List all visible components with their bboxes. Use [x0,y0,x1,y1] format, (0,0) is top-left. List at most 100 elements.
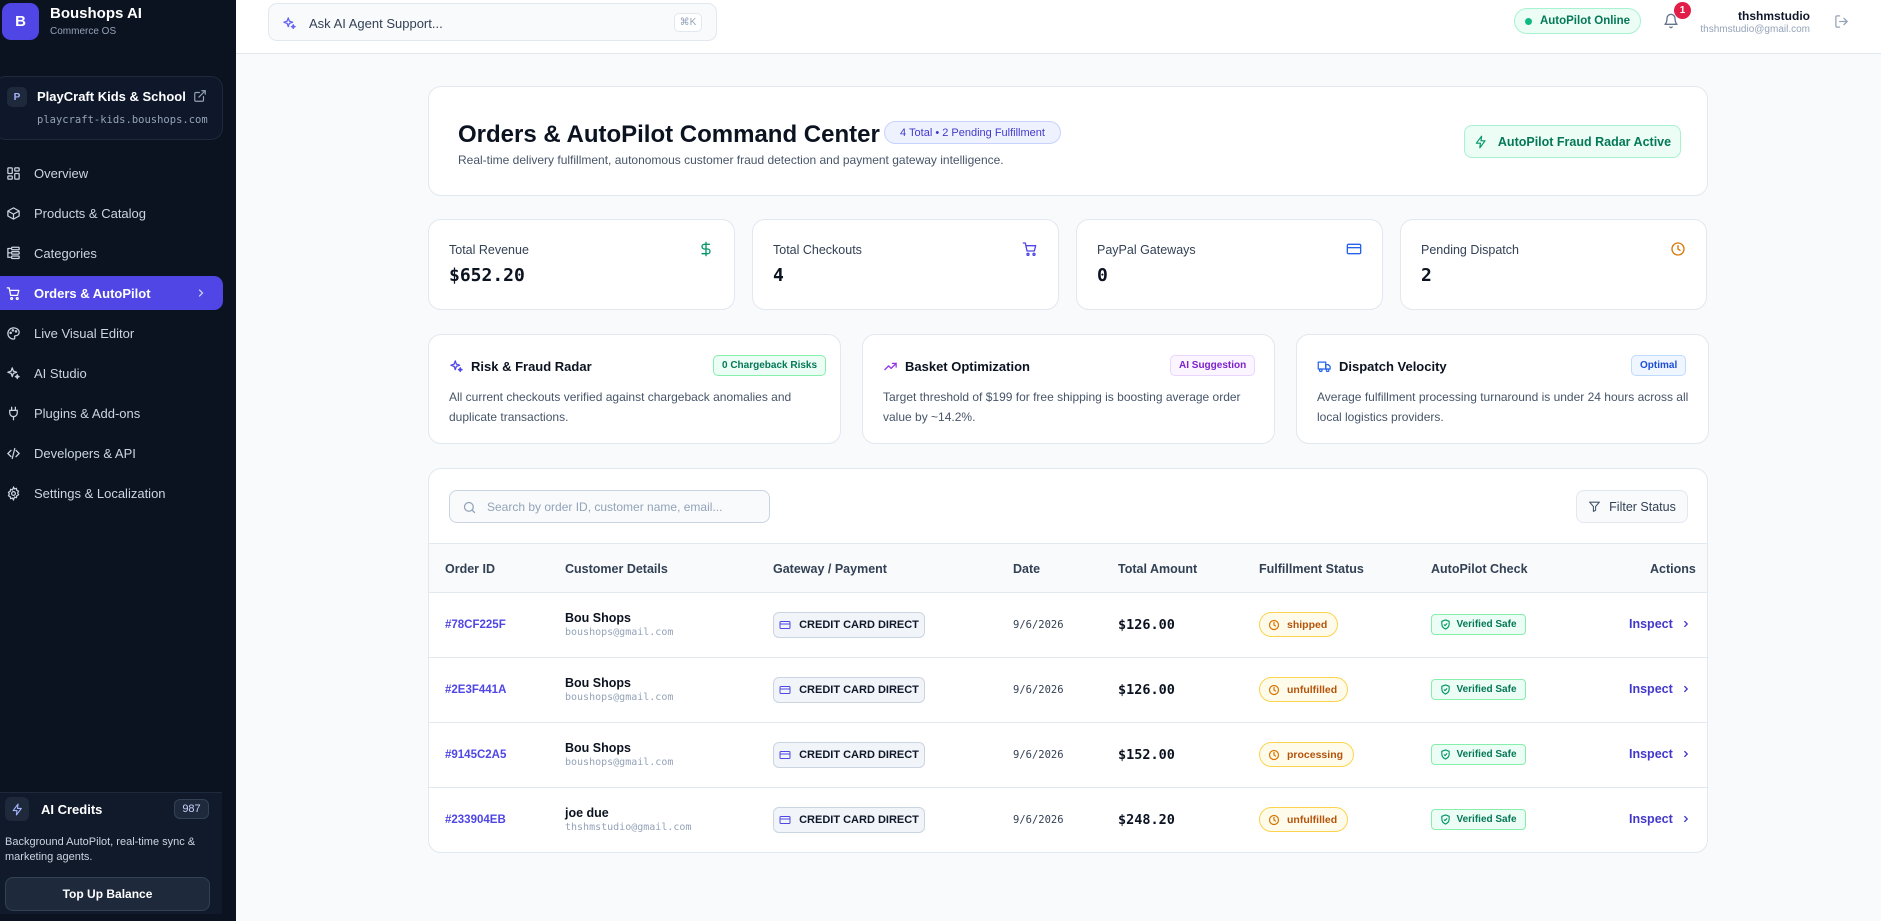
sidebar-item-orders[interactable]: Orders & AutoPilot [0,276,223,310]
table-row[interactable]: #233904EB joe due thshmstudio@gmail.com … [429,788,1707,853]
column-header[interactable]: Total Amount [1118,562,1197,576]
autopilot-check-badge: Verified Safe [1431,744,1526,765]
column-header[interactable]: Customer Details [565,562,668,576]
credit-card-icon [779,621,791,629]
zap-icon [1475,135,1486,148]
status-dot-icon [1524,17,1532,25]
ask-ai-agent-input[interactable]: Ask AI Agent Support... ⌘K [268,3,717,41]
order-amount: $152.00 [1118,747,1175,763]
fulfillment-status-badge[interactable]: shipped [1259,612,1339,637]
chevron-right-icon [1683,620,1688,628]
autopilot-check-badge: Verified Safe [1431,809,1526,830]
top-up-balance-button[interactable]: Top Up Balance [5,877,210,911]
fraud-radar-active-button[interactable]: AutoPilot Fraud Radar Active [1464,125,1681,158]
insight-card-basket-optimization: Basket Optimization AI Suggestion Target… [862,334,1275,444]
customer-email: thshmstudio@gmail.com [565,822,692,833]
column-header: Actions [1650,562,1696,576]
credit-card-icon [779,751,791,759]
sidebar-item-ai-studio[interactable]: AI Studio [0,356,223,390]
insight-title: Risk & Fraud Radar [471,359,592,374]
inspect-button[interactable]: Inspect [1629,682,1691,696]
column-header[interactable]: Fulfillment Status [1259,562,1364,576]
sidebar-item-overview[interactable]: Overview [0,156,223,190]
inspect-button[interactable]: Inspect [1629,747,1691,761]
sidebar-item-products[interactable]: Products & Catalog [0,196,223,230]
stat-card-total-checkouts: Total Checkouts 4 [752,219,1059,310]
order-search-box[interactable] [449,490,770,523]
sidebar-item-settings[interactable]: Settings & Localization [0,476,223,510]
stat-value: 4 [773,265,784,286]
gateway-badge: CREDIT CARD DIRECT [773,677,925,703]
autopilot-check-badge: Verified Safe [1431,614,1526,635]
fulfillment-status-label: shipped [1287,618,1328,631]
grid-icon [7,167,20,180]
stat-label: Total Checkouts [773,243,862,257]
insight-description: All current checkouts verified against c… [449,390,792,424]
optimal-badge: Optimal [1631,355,1687,376]
table-row[interactable]: #9145C2A5 Bou Shops boushops@gmail.com C… [429,723,1707,788]
gateway-badge: CREDIT CARD DIRECT [773,807,925,833]
customer-name: Bou Shops [565,611,631,625]
order-search-input[interactable] [487,497,757,517]
insight-card-dispatch-velocity: Dispatch Velocity Optimal Average fulfil… [1296,334,1709,444]
chevron-right-icon [1683,750,1688,758]
fulfillment-status-badge[interactable]: unfulfilled [1259,677,1349,702]
sidebar-item-developers[interactable]: Developers & API [0,436,223,470]
insight-description: Average fulfillment processing turnaroun… [1317,390,1689,424]
sidebar-item-live-visual-editor[interactable]: Live Visual Editor [0,316,223,350]
credit-card-icon [779,816,791,824]
shield-check-icon [1441,749,1451,760]
ai-suggestion-badge: AI Suggestion [1170,355,1256,376]
sidebar-item-label: Developers & API [34,446,136,461]
orders-table-card: Filter Status Order ID Customer Details … [428,468,1708,853]
order-id-link[interactable]: #9145C2A5 [445,749,506,761]
table-row[interactable]: #2E3F441A Bou Shops boushops@gmail.com C… [429,658,1707,723]
filter-status-label: Filter Status [1609,499,1676,514]
ai-credits-panel: AI Credits 987 Background AutoPilot, rea… [0,792,222,914]
sidebar-item-label: AI Studio [34,366,87,381]
sparkles-icon [283,17,296,30]
customer-name: joe due [565,806,609,820]
filter-status-button[interactable]: Filter Status [1576,490,1688,523]
column-header[interactable]: Date [1013,562,1040,576]
column-header[interactable]: Gateway / Payment [773,562,887,576]
clock-icon [1268,814,1280,825]
order-id-link[interactable]: #2E3F441A [445,684,506,696]
customer-name: Bou Shops [565,741,631,755]
sidebar-item-label: Categories [34,246,97,261]
external-link-icon[interactable] [193,89,207,103]
sparkles-icon [450,360,463,373]
sidebar-item-label: Plugins & Add-ons [34,406,141,421]
fulfillment-status-badge[interactable]: unfulfilled [1259,807,1349,832]
palette-icon [7,327,20,340]
inspect-button[interactable]: Inspect [1629,812,1691,826]
logout-icon[interactable] [1834,14,1849,29]
shop-name: PlayCraft Kids & School [37,89,186,104]
inspect-button[interactable]: Inspect [1629,617,1691,631]
order-date: 9/6/2026 [1013,684,1064,696]
order-id-link[interactable]: #233904EB [445,814,506,826]
autopilot-check-label: Verified Safe [1456,814,1517,825]
filter-icon [1589,501,1601,512]
brand-title: Boushops AI [50,5,142,22]
shop-domain: playcraft-kids.boushops.com [37,114,208,126]
column-header[interactable]: AutoPilot Check [1431,562,1528,576]
fulfillment-status-label: unfulfilled [1287,683,1338,696]
gear-icon [7,486,20,501]
sidebar-item-categories[interactable]: Categories [0,236,223,270]
table-row[interactable]: #78CF225F Bou Shops boushops@gmail.com C… [429,593,1707,658]
order-date: 9/6/2026 [1013,749,1064,761]
column-header[interactable]: Order ID [445,562,495,576]
order-id-link[interactable]: #78CF225F [445,619,506,631]
user-name[interactable]: thshmstudio [1690,9,1810,23]
autopilot-check-badge: Verified Safe [1431,679,1526,700]
stat-label: Total Revenue [449,243,529,257]
stat-value: 2 [1421,265,1432,286]
shop-card[interactable]: P PlayCraft Kids & School playcraft-kids… [0,76,223,140]
sidebar-item-plugins[interactable]: Plugins & Add-ons [0,396,223,430]
fulfillment-status-badge[interactable]: processing [1259,742,1355,767]
stat-value: $652.20 [449,265,525,286]
gateway-label: CREDIT CARD DIRECT [799,684,919,696]
sidebar-item-label: Settings & Localization [34,486,166,501]
brand[interactable]: B Boushops AI Commerce OS [0,0,142,42]
